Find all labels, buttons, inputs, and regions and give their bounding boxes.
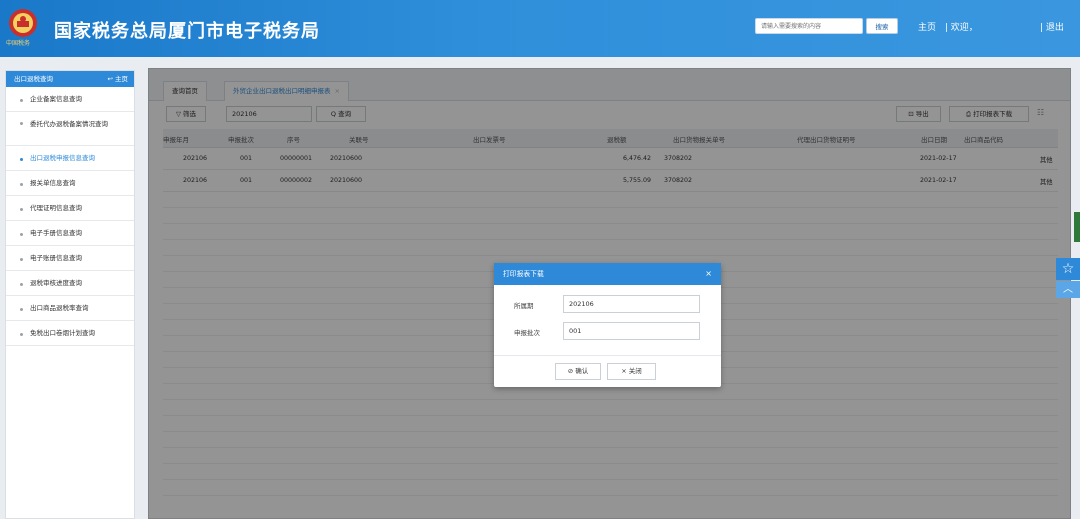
- print-download-dialog: 打印报表下载 × 所属期 202106 申报批次 001 ⊘ 确认 × 关闭: [494, 263, 721, 387]
- favorite-star-icon[interactable]: ☆: [1056, 258, 1080, 280]
- logout-link[interactable]: | 退出: [1040, 20, 1064, 33]
- bullet-icon: [20, 233, 23, 236]
- sidebar-item-label: 报关单信息查询: [30, 179, 76, 187]
- bullet-icon: [20, 308, 23, 311]
- home-link[interactable]: 主页: [918, 23, 936, 33]
- sidebar-item-e-manual[interactable]: 电子手册信息查询: [6, 221, 134, 246]
- back-to-top-icon[interactable]: ︿: [1056, 281, 1080, 298]
- sidebar-title: 出口退税查询: [14, 75, 53, 83]
- bullet-icon: [20, 333, 23, 336]
- site-title: 国家税务总局厦门市电子税务局: [54, 21, 320, 42]
- sidebar-item-label: 代理证明信息查询: [30, 204, 82, 212]
- period-field[interactable]: 202106: [563, 295, 700, 313]
- bullet-icon: [20, 258, 23, 261]
- sidebar: 出口退税查询 ↩ 主页 企业备案信息查询 委托代办退税备案情况查询 出口退税申报…: [5, 70, 135, 519]
- welcome-link[interactable]: | 欢迎，: [945, 23, 978, 33]
- batch-field[interactable]: 001: [563, 322, 700, 340]
- confirm-button[interactable]: ⊘ 确认: [555, 363, 601, 380]
- sidebar-header: 出口退税查询 ↩ 主页: [6, 71, 134, 87]
- site-search-input[interactable]: [756, 19, 862, 33]
- sidebar-item-label: 电子账册信息查询: [30, 254, 82, 262]
- bullet-icon: [20, 283, 23, 286]
- site-search-box[interactable]: [755, 18, 863, 34]
- sidebar-item-label: 退税审核进度查询: [30, 279, 82, 287]
- dialog-header: 打印报表下载 ×: [494, 263, 721, 285]
- sidebar-item-agent-filing[interactable]: 委托代办退税备案情况查询: [6, 112, 134, 146]
- sidebar-home-link[interactable]: ↩ 主页: [107, 71, 128, 87]
- bullet-icon: [20, 158, 23, 161]
- top-header: 中国税务 国家税务总局厦门市电子税务局 搜索 主页 | 欢迎， | 退出: [0, 0, 1080, 57]
- sidebar-item-refund-rate[interactable]: 出口商品退税率查询: [6, 296, 134, 321]
- bullet-icon: [20, 208, 23, 211]
- sidebar-item-label: 企业备案信息查询: [30, 95, 82, 103]
- dialog-close-icon[interactable]: ×: [705, 263, 712, 285]
- sidebar-item-refund-declaration[interactable]: 出口退税申报信息查询: [6, 146, 134, 171]
- sidebar-item-cigarette-plan[interactable]: 免税出口卷烟计划查询: [6, 321, 134, 346]
- top-links: 主页 | 欢迎，: [918, 20, 984, 33]
- bullet-icon: [20, 183, 23, 186]
- sidebar-item-customs-declaration[interactable]: 报关单信息查询: [6, 171, 134, 196]
- sidebar-item-label: 委托代办退税备案情况查询: [30, 120, 108, 128]
- sidebar-item-agent-certificate[interactable]: 代理证明信息查询: [6, 196, 134, 221]
- site-search-button[interactable]: 搜索: [866, 18, 898, 34]
- dialog-divider: [494, 355, 721, 356]
- sidebar-item-e-ledger[interactable]: 电子账册信息查询: [6, 246, 134, 271]
- sidebar-item-label: 免税出口卷烟计划查询: [30, 329, 95, 337]
- dialog-title: 打印报表下载: [503, 270, 544, 278]
- sidebar-item-label: 出口商品退税率查询: [30, 304, 89, 312]
- side-tab-handle[interactable]: [1074, 212, 1080, 242]
- sidebar-item-filing-info[interactable]: 企业备案信息查询: [6, 87, 134, 112]
- emblem-caption: 中国税务: [6, 40, 31, 47]
- sidebar-item-review-progress[interactable]: 退税审核进度查询: [6, 271, 134, 296]
- sidebar-item-label: 出口退税申报信息查询: [30, 154, 95, 162]
- sidebar-item-label: 电子手册信息查询: [30, 229, 82, 237]
- bullet-icon: [20, 122, 23, 125]
- period-label: 所属期: [514, 302, 534, 310]
- bullet-icon: [20, 99, 23, 102]
- batch-label: 申报批次: [514, 329, 540, 337]
- tax-emblem-icon: [9, 9, 37, 37]
- close-button[interactable]: × 关闭: [607, 363, 656, 380]
